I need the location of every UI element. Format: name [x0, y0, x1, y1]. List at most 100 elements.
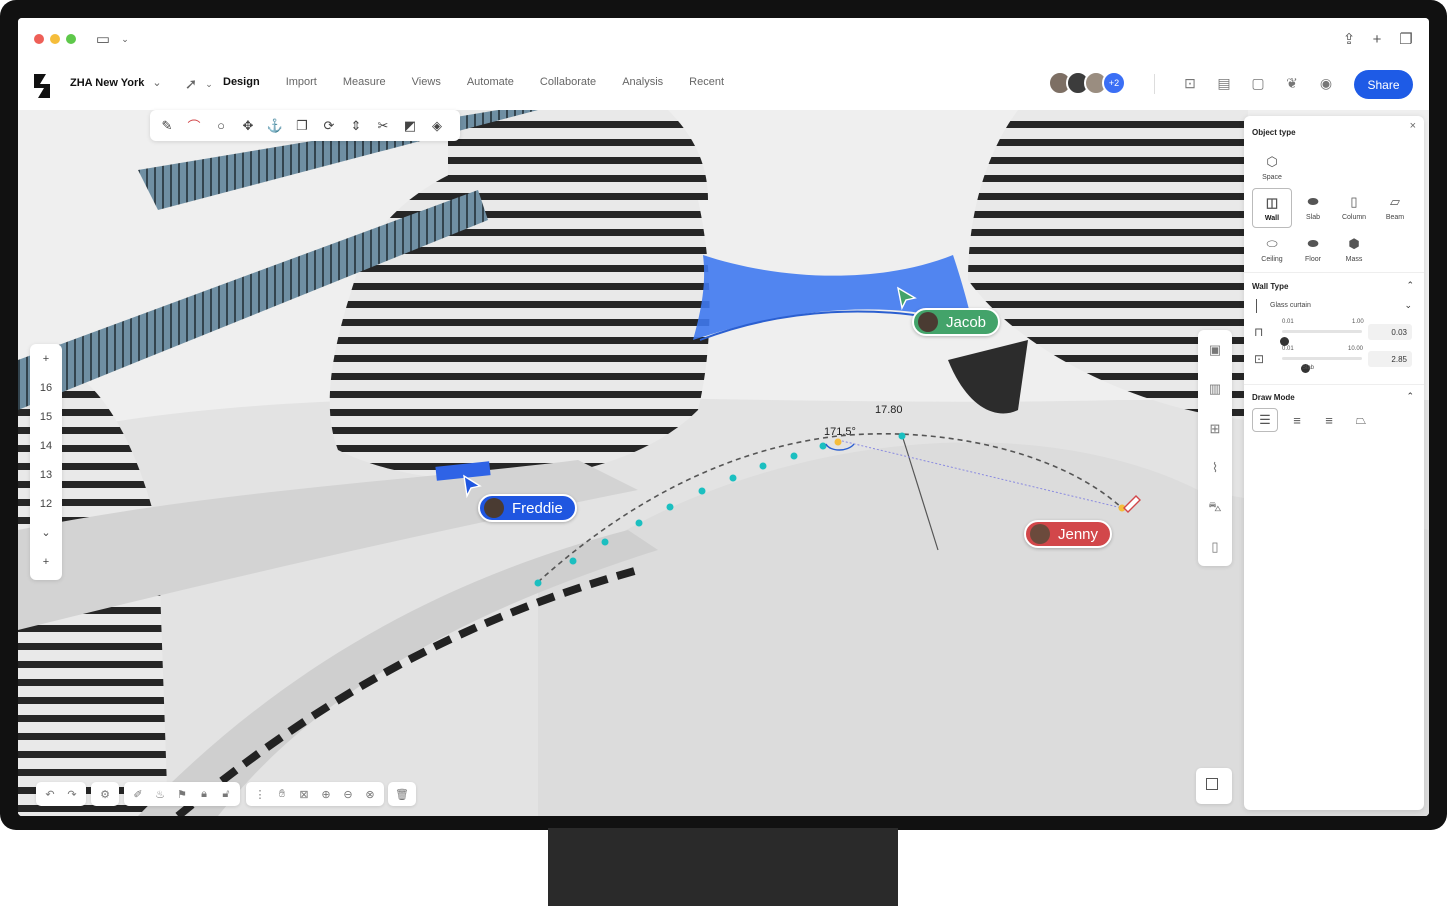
settings-toolbar: ⚙ [91, 782, 119, 806]
object-type-slab[interactable]: ⬬ Slab [1293, 188, 1333, 226]
wall-type-dropdown[interactable]: Glass curtain ⌄ [1252, 297, 1414, 315]
copy-icon[interactable]: ❐ [293, 117, 311, 135]
divider [1154, 74, 1155, 94]
share-button[interactable]: Share [1354, 70, 1413, 99]
floor-item[interactable]: 13 [30, 460, 62, 489]
trim-icon[interactable]: ✂ [374, 117, 392, 135]
flag-icon[interactable]: ⚑ [174, 786, 190, 802]
floor-item[interactable]: 14 [30, 431, 62, 460]
more-icon[interactable]: ⋮ [252, 786, 268, 802]
share-out-icon[interactable]: ⇪ [1338, 28, 1360, 50]
floor-item[interactable]: 15 [30, 402, 62, 431]
zoom-out-icon[interactable]: ⊖ [340, 786, 356, 802]
wall-type-title: Wall Type [1252, 282, 1289, 291]
object-type-space[interactable]: ⬡ Space [1252, 148, 1292, 186]
rotate-icon[interactable]: ⟳ [320, 117, 338, 135]
draw-mode-top-icon[interactable]: ≡ [1284, 408, 1310, 432]
more-collaborators-badge[interactable]: +2 [1102, 71, 1126, 95]
zoom-area-icon[interactable]: ⊗ [362, 786, 378, 802]
move-icon[interactable]: ✥ [239, 117, 257, 135]
arc-icon[interactable]: ⌒ [185, 117, 203, 135]
tab-views[interactable]: Views [412, 76, 441, 88]
zoom-in-icon[interactable]: ⊕ [318, 786, 334, 802]
anchor-icon[interactable]: ⚓ [266, 117, 284, 135]
comment-icon[interactable]: ▢ [1248, 73, 1268, 93]
draw-mode-bottom-icon[interactable]: ≡ [1316, 408, 1342, 432]
pencil-icon[interactable]: ✎ [158, 117, 176, 135]
draw-mode-polygon-icon[interactable]: ⏢ [1348, 408, 1374, 432]
thickness-icon: ⊓ [1254, 325, 1264, 339]
tab-measure[interactable]: Measure [343, 76, 386, 88]
object-type-floor[interactable]: ⬬ Floor [1293, 230, 1333, 268]
grid-icon[interactable]: ⊞ [1198, 409, 1232, 449]
tab-automate[interactable]: Automate [467, 76, 514, 88]
chevron-up-icon[interactable]: ⌃ [1406, 391, 1414, 402]
frame-icon[interactable]: ⊡ [1180, 73, 1200, 93]
app-header: ZHA New York ⌄ ➚ ⌄ Design Import Measure… [18, 58, 1429, 110]
collaborator-avatars[interactable]: +2 [1048, 71, 1126, 95]
maximize-window-button[interactable] [66, 34, 76, 44]
object-type-column[interactable]: ▯ Column [1334, 188, 1374, 226]
frame-icon [1206, 778, 1218, 790]
tabs-overview-icon[interactable]: ❐ [1395, 28, 1417, 50]
wall-icon: ◫ [1265, 194, 1279, 210]
mirror-icon[interactable]: ⇕ [347, 117, 365, 135]
object-type-ceiling[interactable]: ⬭ Ceiling [1252, 230, 1292, 268]
height-value[interactable]: 2.85 [1368, 351, 1412, 367]
object-type-mass[interactable]: ⬢ Mass [1334, 230, 1374, 268]
floor-item[interactable]: 16 [30, 373, 62, 402]
close-icon[interactable]: × [1410, 120, 1416, 132]
document-icon[interactable]: ▤ [1214, 73, 1234, 93]
eye-icon[interactable]: ◉ [1316, 73, 1336, 93]
tab-design[interactable]: Design [223, 76, 260, 88]
section-icon[interactable]: ◩ [401, 117, 419, 135]
floor-item[interactable]: 12 [30, 489, 62, 518]
frame-view-button[interactable] [1196, 768, 1232, 804]
leaf-icon[interactable]: ❦ [1282, 73, 1302, 93]
undo-icon[interactable]: ↶ [42, 786, 58, 802]
chevron-down-icon[interactable]: ⌄ [198, 73, 220, 95]
bulb-icon[interactable]: ♨ [152, 786, 168, 802]
slider-knob[interactable] [1280, 337, 1290, 346]
tab-recent[interactable]: Recent [689, 76, 724, 88]
new-tab-icon[interactable]: + [1366, 28, 1388, 50]
lock-icon[interactable]: 🔒︎ [196, 786, 212, 802]
brush-icon[interactable]: ✐ [130, 786, 146, 802]
minimize-window-button[interactable] [50, 34, 60, 44]
user-name: Freddie [512, 499, 563, 517]
gear-icon[interactable]: ⚙ [97, 786, 113, 802]
thickness-value[interactable]: 0.03 [1368, 324, 1412, 340]
car-icon[interactable]: ⛍ [1198, 488, 1232, 528]
unlock-icon[interactable]: 🔓︎ [218, 786, 234, 802]
object-type-wall[interactable]: ◫ Wall [1252, 188, 1292, 228]
column-icon: ▯ [1350, 193, 1358, 209]
pipe-icon[interactable]: ⌇ [1198, 449, 1232, 489]
trash-icon[interactable]: 🗑︎ [394, 786, 410, 802]
tab-collaborate[interactable]: Collaborate [540, 76, 596, 88]
zoom-fit-icon[interactable]: ⊠ [296, 786, 312, 802]
length-readout: 17.80 [875, 404, 903, 416]
circle-icon[interactable]: ○ [212, 117, 230, 135]
tab-import[interactable]: Import [286, 76, 317, 88]
file-icon[interactable]: ▯ [1198, 528, 1232, 568]
height-slider[interactable] [1282, 357, 1362, 373]
hand-icon[interactable]: ✋︎ [274, 786, 290, 802]
sidebar-toggle-icon[interactable]: ▭ [92, 28, 114, 50]
project-selector[interactable]: ZHA New York ⌄ [70, 76, 162, 90]
chevron-down-icon[interactable]: ⌄ [30, 518, 62, 547]
delete-toolbar: 🗑︎ [388, 782, 416, 806]
draw-mode-center-icon[interactable]: ☰ [1252, 408, 1278, 432]
redo-icon[interactable]: ↷ [64, 786, 80, 802]
window-titlebar: ▭ ⌄ ⇪ + ❐ [18, 18, 1429, 58]
image-icon[interactable]: ▣ [1198, 330, 1232, 370]
object-type-beam[interactable]: ▱ Beam [1375, 188, 1415, 226]
add-floor-button[interactable]: + [30, 344, 62, 373]
layers-icon[interactable]: ◈ [428, 117, 446, 135]
chevron-down-icon[interactable]: ⌄ [114, 28, 136, 50]
chevron-up-icon[interactable]: ⌃ [1406, 280, 1414, 291]
thickness-slider[interactable] [1280, 330, 1362, 346]
close-window-button[interactable] [34, 34, 44, 44]
add-floor-button[interactable]: + [30, 547, 62, 576]
elevator-icon[interactable]: ▥ [1198, 370, 1232, 410]
tab-analysis[interactable]: Analysis [622, 76, 663, 88]
